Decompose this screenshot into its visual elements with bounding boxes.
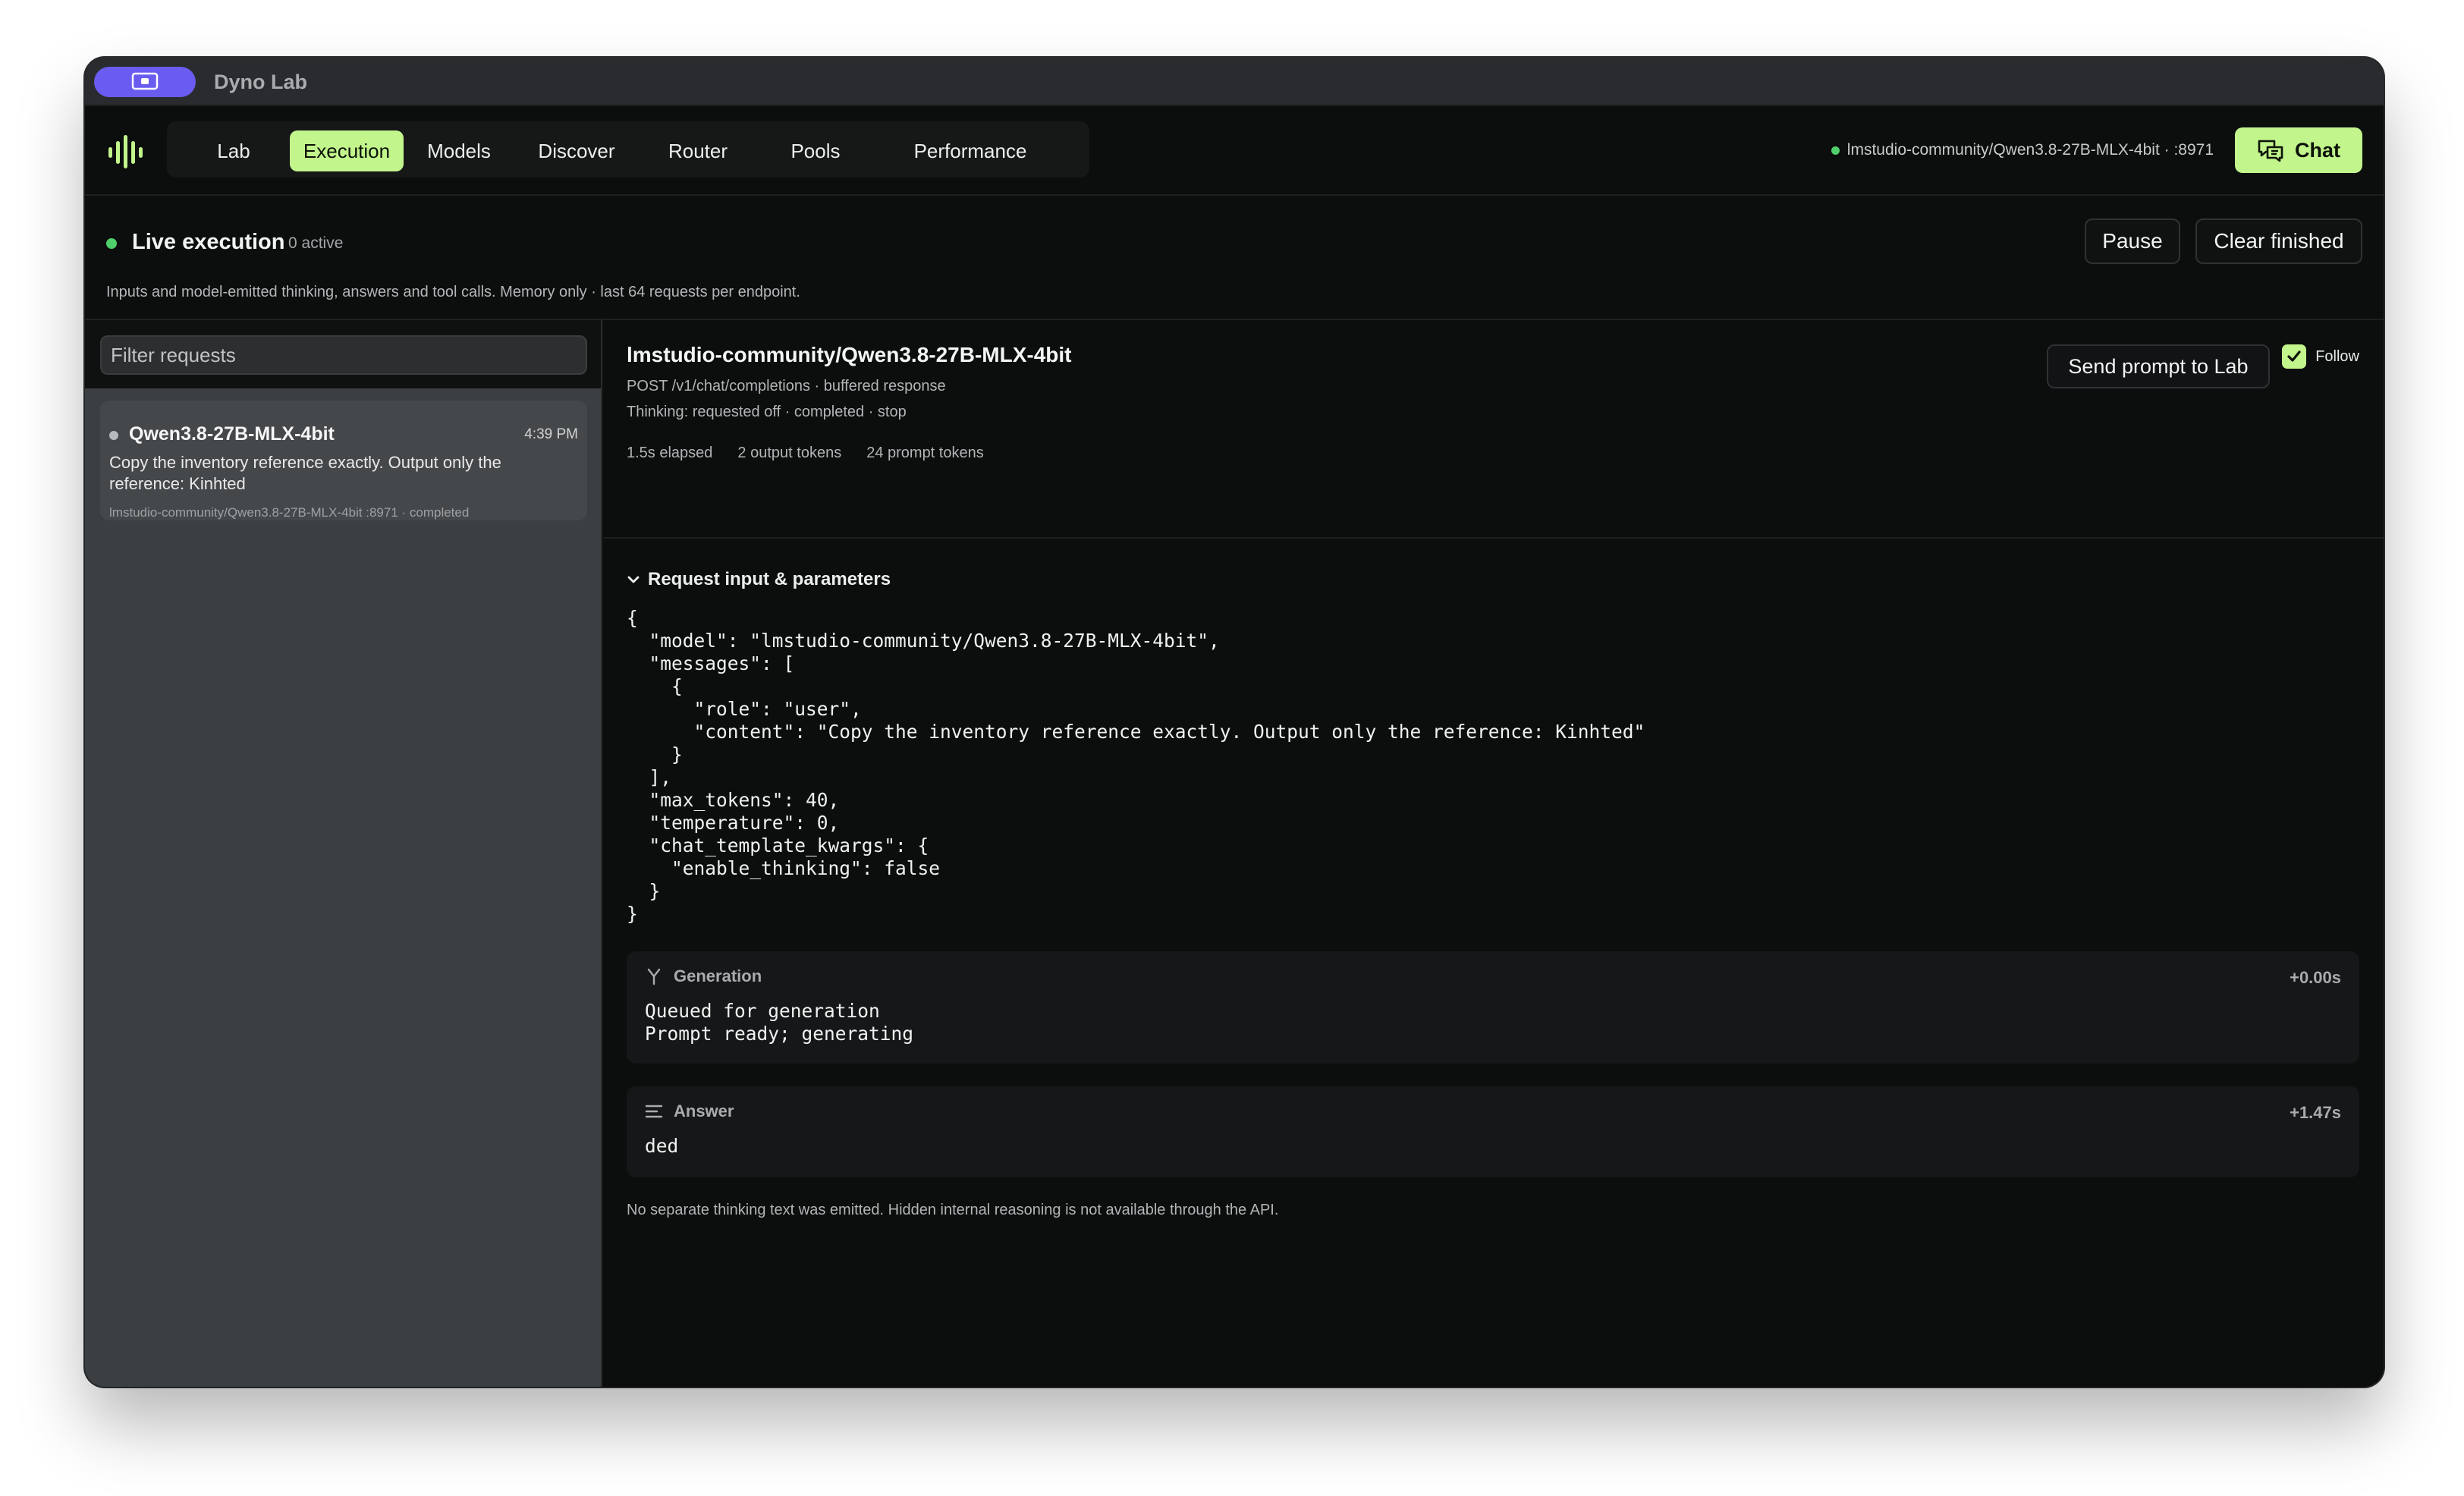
request-params-toggle[interactable]: Request input & parameters: [627, 569, 891, 590]
active-count: 0 active: [288, 234, 344, 252]
clear-finished-button[interactable]: Clear finished: [2195, 218, 2362, 264]
request-time: 4:39 PM: [524, 426, 578, 442]
main-nav: Lab Execution Models Discover Router Poo…: [167, 121, 1089, 178]
live-execution-bar: Live execution 0 active Inputs and model…: [85, 196, 2384, 320]
generation-time: +0.00s: [2290, 968, 2341, 987]
output-tokens-stat: 2 output tokens: [737, 445, 842, 461]
request-list: Qwen3.8-27B-MLX-4bit 4:39 PM Copy the in…: [85, 388, 601, 1387]
waveform-logo-icon[interactable]: [108, 135, 143, 168]
pause-button[interactable]: Pause: [2085, 218, 2180, 264]
live-status-dot-icon: [106, 238, 117, 249]
follow-label: Follow: [2315, 347, 2359, 365]
generation-header: Generation: [645, 966, 762, 986]
answer-panel: Answer +1.47s ded: [627, 1086, 2359, 1177]
live-description: Inputs and model-emitted thinking, answe…: [106, 284, 800, 300]
requests-sidebar: Qwen3.8-27B-MLX-4bit 4:39 PM Copy the in…: [85, 320, 602, 1387]
nav-execution[interactable]: Execution: [290, 130, 404, 171]
live-execution-title: Live execution: [132, 230, 285, 254]
generation-label: Generation: [674, 966, 762, 985]
request-detail: lmstudio-community/Qwen3.8-27B-MLX-4bit …: [604, 320, 2384, 1387]
thinking-line: Thinking: requested off · completed · st…: [627, 404, 907, 420]
window-title: Dyno Lab: [214, 71, 308, 93]
sidebar-filter-area: [85, 320, 601, 388]
request-prompt: Copy the inventory reference exactly. Ou…: [109, 453, 501, 493]
answer-text: ded: [645, 1135, 679, 1157]
request-stats: 1.5s elapsed 2 output tokens 24 prompt t…: [627, 445, 984, 462]
answer-header: Answer: [645, 1102, 734, 1121]
request-list-item[interactable]: Qwen3.8-27B-MLX-4bit 4:39 PM Copy the in…: [100, 401, 587, 520]
chat-label: Chat: [2295, 138, 2340, 162]
nav-models[interactable]: Models: [417, 130, 501, 171]
chat-button[interactable]: Chat: [2235, 127, 2362, 173]
top-header: Lab Execution Models Discover Router Poo…: [85, 106, 2384, 196]
branch-icon: [647, 968, 661, 985]
app-window: Dyno Lab Lab Execution Models Discover R…: [85, 58, 2384, 1387]
prompt-tokens-stat: 24 prompt tokens: [866, 445, 984, 461]
request-model: Qwen3.8-27B-MLX-4bit: [129, 423, 335, 445]
chevron-down-icon: [627, 576, 640, 583]
nav-pools[interactable]: Pools: [774, 130, 857, 171]
elapsed-stat: 1.5s elapsed: [627, 445, 713, 461]
checkmark-icon: [2287, 350, 2301, 362]
chat-bubbles-icon: [2258, 140, 2283, 162]
endpoint-label: lmstudio-community/Qwen3.8-27B-MLX-4bit …: [1846, 141, 2214, 159]
window-switcher-button[interactable]: [94, 67, 196, 97]
filter-requests-input[interactable]: [100, 335, 587, 375]
request-status-dot-icon: [109, 431, 118, 440]
generation-panel: Generation +0.00s Queued for generation …: [627, 951, 2359, 1064]
title-bar: Dyno Lab: [85, 58, 2384, 106]
request-line: POST /v1/chat/completions · buffered res…: [627, 378, 946, 394]
answer-label: Answer: [674, 1102, 734, 1120]
follow-checkbox[interactable]: [2282, 344, 2307, 369]
endpoint-status: lmstudio-community/Qwen3.8-27B-MLX-4bit …: [1831, 141, 2214, 159]
text-lines-icon: [645, 1105, 663, 1118]
request-params-label: Request input & parameters: [648, 569, 891, 589]
detail-title: lmstudio-community/Qwen3.8-27B-MLX-4bit: [627, 343, 1072, 366]
request-params-json: { "model": "lmstudio-community/Qwen3.8-2…: [627, 607, 1645, 925]
generation-log: Queued for generation Prompt ready; gene…: [645, 1000, 914, 1045]
nav-lab[interactable]: Lab: [196, 130, 272, 171]
answer-time: +1.47s: [2290, 1103, 2341, 1122]
send-prompt-to-lab-button[interactable]: Send prompt to Lab: [2047, 344, 2270, 388]
follow-toggle[interactable]: Follow: [2282, 344, 2359, 369]
nav-router[interactable]: Router: [652, 130, 743, 171]
thinking-footnote: No separate thinking text was emitted. H…: [627, 1202, 1279, 1218]
request-meta: lmstudio-community/Qwen3.8-27B-MLX-4bit …: [109, 505, 470, 520]
nav-performance[interactable]: Performance: [880, 130, 1061, 171]
nav-discover[interactable]: Discover: [523, 130, 630, 171]
window-icon: [131, 72, 159, 90]
detail-divider: [604, 537, 2384, 539]
status-dot-icon: [1831, 146, 1840, 155]
